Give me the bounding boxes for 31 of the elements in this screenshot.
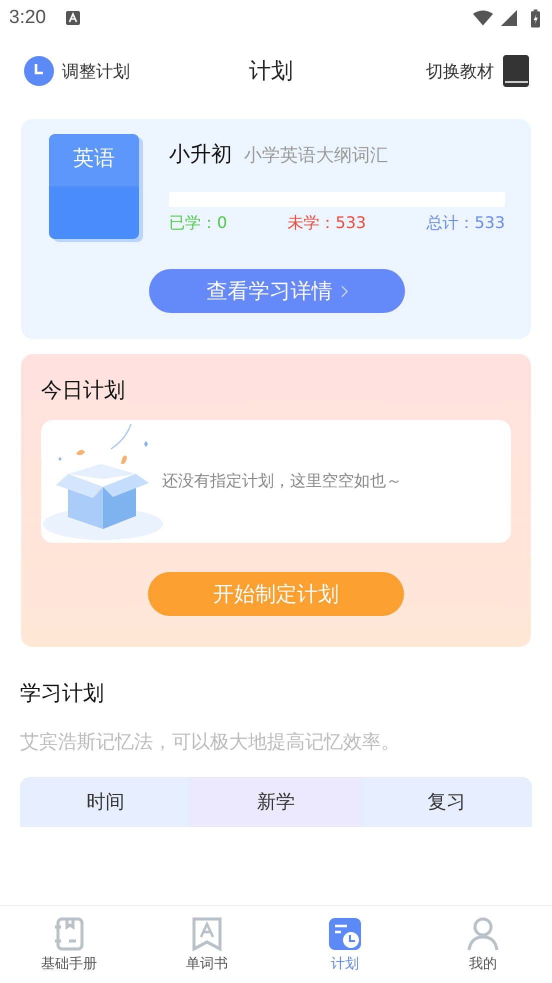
switch-textbook-button[interactable]: 切换教材 xyxy=(426,55,530,87)
page-title: 计划 xyxy=(249,58,293,86)
section-description: 艾宾浩斯记忆法，可以极大地提高记忆效率。 xyxy=(20,730,400,755)
tab-bar-item[interactable]: 单词书 xyxy=(138,906,276,983)
chevron-right-icon xyxy=(340,284,348,298)
book-icon xyxy=(502,55,530,87)
book-subtitle: 小学英语大纲词汇 xyxy=(244,144,388,167)
battery-charging-icon xyxy=(531,8,540,28)
section-title: 学习计划 xyxy=(20,680,104,707)
tab-bar-item[interactable]: 基础手册 xyxy=(0,906,138,983)
column-header: 时间 xyxy=(20,777,191,827)
schedule-icon xyxy=(329,916,361,950)
keyboard-notification-icon xyxy=(66,11,80,25)
book-name: 小升初 xyxy=(169,141,232,168)
status-time: 3:20 xyxy=(9,7,46,29)
tab-bar-item[interactable]: 我的 xyxy=(414,906,552,983)
word-count: 总计：533 xyxy=(426,213,505,234)
adjust-plan-button[interactable]: 调整计划 xyxy=(24,56,130,86)
cover-label: 英语 xyxy=(73,145,115,170)
column-header: 新学 xyxy=(190,777,362,827)
wifi-icon xyxy=(473,10,493,26)
bookmark-letter-icon xyxy=(191,916,223,950)
word-count: 已学：0 xyxy=(169,213,228,234)
signal-icon xyxy=(499,10,519,26)
word-count: 未学：533 xyxy=(288,213,366,234)
person-icon xyxy=(467,916,499,950)
section-title: 今日计划 xyxy=(41,377,125,404)
notebook-icon xyxy=(53,916,85,950)
empty-message: 还没有指定计划，这里空空如也～ xyxy=(162,471,402,492)
column-header: 复习 xyxy=(361,777,532,827)
clock-icon xyxy=(24,56,54,86)
